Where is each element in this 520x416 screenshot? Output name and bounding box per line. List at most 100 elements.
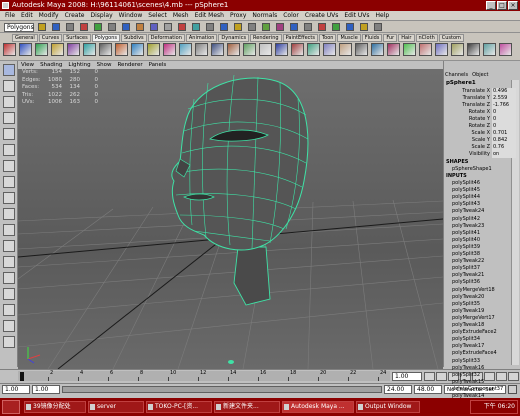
shelf-tool-3-icon[interactable] xyxy=(35,43,48,56)
attr-row[interactable]: Scale X 0.701 xyxy=(448,130,516,137)
menu-create-uvs[interactable]: Create UVs xyxy=(302,11,341,21)
shelf-tab-subdivs[interactable]: Subdivs xyxy=(121,34,147,42)
select-hierarchy-icon[interactable] xyxy=(80,23,88,31)
start-button[interactable] xyxy=(2,400,20,414)
shelf-tool-24-icon[interactable] xyxy=(371,43,384,56)
shelf-tool-2-icon[interactable] xyxy=(19,43,32,56)
shelf-tool-17-icon[interactable] xyxy=(259,43,272,56)
attr-value[interactable]: 0.701 xyxy=(492,130,516,137)
shelf-tool-26-icon[interactable] xyxy=(403,43,416,56)
input-node[interactable]: polySplit42 xyxy=(452,216,518,223)
shelf-tool-30-icon[interactable] xyxy=(467,43,480,56)
range-start-field[interactable]: 1.00 xyxy=(32,385,60,394)
snap-curve-icon[interactable] xyxy=(136,23,144,31)
start-time-field[interactable]: 1.00 xyxy=(2,385,30,394)
input-node[interactable]: polyTweak18 xyxy=(452,322,518,329)
range-end-field[interactable]: 24.00 xyxy=(384,385,412,394)
snap-grid-icon[interactable] xyxy=(122,23,130,31)
current-frame-field[interactable]: 1.00 xyxy=(392,372,422,381)
menu-edit-uvs[interactable]: Edit UVs xyxy=(341,11,372,21)
attr-row[interactable]: Rotate Z0 xyxy=(448,123,516,130)
input-node[interactable]: polySplit37 xyxy=(452,265,518,272)
paint-select-icon[interactable] xyxy=(3,96,15,108)
shelf-tool-18-icon[interactable] xyxy=(275,43,288,56)
single-view-icon[interactable] xyxy=(3,224,15,236)
input-node[interactable]: polyTweak19 xyxy=(452,308,518,315)
script-editor-icon[interactable] xyxy=(360,23,368,31)
shelf-tool-20-icon[interactable] xyxy=(307,43,320,56)
shelf-tool-21-icon[interactable] xyxy=(323,43,336,56)
select-tool-icon[interactable] xyxy=(3,64,15,76)
shelf-tab-ncloth[interactable]: nCloth xyxy=(415,34,438,42)
viewport-3d[interactable]: Verts: 154 152 0 Edges: 1080 280 0 Faces: 534 134 0… xyxy=(18,69,443,369)
open-scene-icon[interactable] xyxy=(52,23,60,31)
input-node[interactable]: polySplit32 xyxy=(452,372,518,379)
attr-row[interactable]: Translate Y 2.559 xyxy=(448,95,516,102)
channel-box-icon[interactable] xyxy=(304,23,312,31)
input-line-icon[interactable] xyxy=(262,23,270,31)
input-node[interactable]: polySplit33 xyxy=(452,358,518,365)
shelf-tab-toon[interactable]: Toon xyxy=(318,34,337,42)
input-node[interactable]: polyTweak20 xyxy=(452,294,518,301)
hypershade-layout-icon[interactable] xyxy=(3,288,15,300)
new-scene-icon[interactable] xyxy=(38,23,46,31)
channel-menu-channels[interactable]: Channels xyxy=(445,72,468,78)
input-node[interactable]: polySplit46 xyxy=(452,180,518,187)
input-node[interactable]: polySplit35 xyxy=(452,301,518,308)
attr-value[interactable]: 2.559 xyxy=(492,95,516,102)
menu-file[interactable]: File xyxy=(2,11,18,21)
input-node[interactable]: polySplit36 xyxy=(452,279,518,286)
step-back-icon[interactable] xyxy=(436,372,447,381)
attr-value[interactable]: on xyxy=(492,151,516,158)
input-node[interactable]: polyTweak17 xyxy=(452,343,518,350)
attr-value[interactable]: 0 xyxy=(492,116,516,123)
shelf-tool-6-icon[interactable] xyxy=(83,43,96,56)
history-icon[interactable] xyxy=(178,23,186,31)
shelf-tool-25-icon[interactable] xyxy=(387,43,400,56)
input-node[interactable]: polyMergeVert17 xyxy=(452,315,518,322)
panel-menu-panels[interactable]: Panels xyxy=(146,61,170,69)
attr-value[interactable]: 0 xyxy=(492,109,516,116)
four-view-icon[interactable] xyxy=(3,240,15,252)
maximize-button[interactable]: □ xyxy=(497,1,507,10)
shelf-tool-15-icon[interactable] xyxy=(227,43,240,56)
taskbar-item[interactable]: Autodesk Maya ... xyxy=(282,401,354,413)
shelf-tab-painteffects[interactable]: PaintEffects xyxy=(282,34,318,42)
input-node[interactable]: polySplit39 xyxy=(452,244,518,251)
input-node[interactable]: polySplit38 xyxy=(452,251,518,258)
rotate-tool-icon[interactable] xyxy=(3,128,15,140)
taskbar-item[interactable]: server xyxy=(88,401,144,413)
manipulator-icon[interactable] xyxy=(3,160,15,172)
shelf-tool-27-icon[interactable] xyxy=(419,43,432,56)
attr-value[interactable]: 0.496 xyxy=(492,88,516,95)
hypershade-icon[interactable] xyxy=(248,23,256,31)
input-node[interactable]: polyTweak15 xyxy=(452,379,518,386)
shelf-tool-32-icon[interactable] xyxy=(499,43,512,56)
menu-mesh[interactable]: Mesh xyxy=(170,11,192,21)
input-node[interactable]: polyTweak14 xyxy=(452,393,518,400)
panel-menu-renderer[interactable]: Renderer xyxy=(114,61,145,69)
construction-icon[interactable] xyxy=(192,23,200,31)
input-node[interactable]: polySplit45 xyxy=(452,187,518,194)
menu-display[interactable]: Display xyxy=(88,11,116,21)
object-name[interactable]: pSphere1 xyxy=(446,80,518,87)
menu-edit[interactable]: Edit xyxy=(18,11,36,21)
scale-tool-icon[interactable] xyxy=(3,144,15,156)
input-node[interactable]: polyExtrudeFace2 xyxy=(452,329,518,336)
input-node[interactable]: polyMergeVert18 xyxy=(452,287,518,294)
layer-editor-icon[interactable] xyxy=(318,23,326,31)
shelf-tool-4-icon[interactable] xyxy=(51,43,64,56)
menu-help[interactable]: Help xyxy=(373,11,393,21)
taskbar-item[interactable]: 新建文件夹... xyxy=(214,401,280,413)
end-time-field[interactable]: 48.00 xyxy=(414,385,442,394)
menu-color[interactable]: Color xyxy=(280,11,302,21)
shelf-tab-hair[interactable]: Hair xyxy=(398,34,415,42)
persp-graph-icon[interactable] xyxy=(3,272,15,284)
shelf-tab-deformation[interactable]: Deformation xyxy=(147,34,185,42)
outliner-layout-icon[interactable] xyxy=(3,304,15,316)
input-node[interactable]: polyTweak22 xyxy=(452,258,518,265)
shelf-tool-13-icon[interactable] xyxy=(195,43,208,56)
attr-value[interactable]: 0.76 xyxy=(492,144,516,151)
input-node[interactable]: polySplit40 xyxy=(452,237,518,244)
input-node[interactable]: polySplit44 xyxy=(452,194,518,201)
